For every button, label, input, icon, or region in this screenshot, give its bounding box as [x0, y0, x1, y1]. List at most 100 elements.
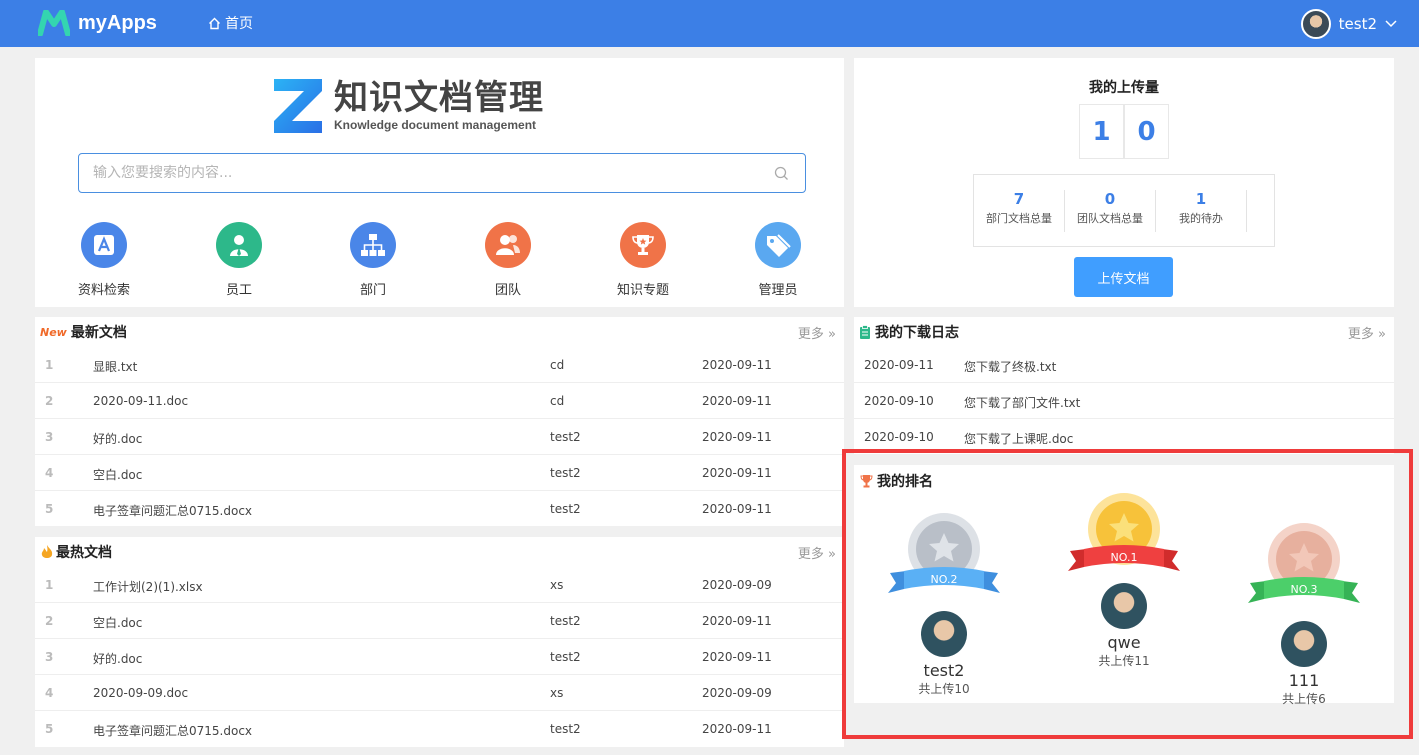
- doc-user: test2: [550, 466, 581, 480]
- top-bar: myApps 首页 test2: [0, 0, 1419, 47]
- upload-digit: 1: [1079, 104, 1124, 159]
- download-text: 您下载了终极.txt: [964, 360, 1057, 374]
- doc-name: 空白.doc: [93, 468, 143, 482]
- quick-link-label: 员工: [225, 283, 252, 298]
- row-index: 4: [45, 466, 54, 480]
- download-log-panel: 我的下载日志 更多 » 2020-09-11 您下载了终极.txt 2020-09…: [854, 317, 1394, 454]
- search-box: [78, 153, 806, 193]
- doc-name: 电子签章问题汇总0715.docx: [93, 504, 253, 518]
- upload-title: 我的上传量: [1089, 80, 1159, 96]
- row-index: 3: [45, 430, 54, 444]
- doc-user: test2: [550, 430, 581, 444]
- app-name: myApps: [78, 11, 157, 34]
- quick-link-staff[interactable]: 员工: [189, 222, 289, 298]
- table-row[interactable]: 2 空白.doc test2 2020-09-11: [35, 603, 844, 639]
- table-row[interactable]: 5 电子签章问题汇总0715.docx test2 2020-09-11: [35, 491, 844, 527]
- hottest-header: 最热文档 更多 »: [35, 537, 844, 567]
- quick-link-admin[interactable]: 管理员: [728, 222, 828, 298]
- doc-name: 2020-09-11.doc: [93, 394, 189, 408]
- row-index: 2: [45, 614, 54, 628]
- brand: 知识文档管理 Knowledge document management: [272, 77, 544, 135]
- hottest-more-link[interactable]: 更多 »: [798, 543, 836, 562]
- team-icon: [485, 222, 531, 268]
- stat-label: 团队文档总量: [1077, 212, 1143, 225]
- download-more-link[interactable]: 更多 »: [1348, 323, 1386, 342]
- quick-link-department[interactable]: 部门: [323, 222, 423, 298]
- stat-value: 1: [1195, 190, 1207, 208]
- brand-z-icon: [274, 79, 322, 133]
- table-row[interactable]: 4 2020-09-09.doc xs 2020-09-09: [35, 675, 844, 711]
- table-row[interactable]: 3 好的.doc test2 2020-09-11: [35, 419, 844, 455]
- doc-user: xs: [550, 578, 564, 592]
- hottest-title: 最热文档: [56, 545, 112, 561]
- table-row[interactable]: 1 显眼.txt cd 2020-09-11: [35, 347, 844, 383]
- row-index: 5: [45, 722, 54, 736]
- stat-value: 0: [1104, 190, 1116, 208]
- doc-date: 2020-09-11: [702, 722, 772, 736]
- quick-link-label: 资料检索: [77, 283, 130, 298]
- table-row[interactable]: 5 电子签章问题汇总0715.docx test2 2020-09-11: [35, 711, 844, 747]
- app-logo[interactable]: myApps: [38, 8, 157, 38]
- nav-home[interactable]: 首页: [208, 13, 253, 33]
- row-index: 2: [45, 394, 54, 408]
- download-header: 我的下载日志 更多 »: [854, 317, 1394, 347]
- table-row[interactable]: 4 空白.doc test2 2020-09-11: [35, 455, 844, 491]
- upload-count: 1 0: [1079, 104, 1169, 159]
- table-row[interactable]: 2 2020-09-11.doc cd 2020-09-11: [35, 383, 844, 419]
- newest-header: New 最新文档 更多 »: [35, 317, 844, 347]
- flame-icon: [41, 545, 53, 558]
- search-doc-icon: [81, 222, 127, 268]
- avatar: [1300, 9, 1331, 39]
- stat-todo[interactable]: 1 我的待办: [1156, 190, 1247, 232]
- upload-button[interactable]: 上传文档: [1074, 257, 1173, 297]
- quick-link-search[interactable]: 资料检索: [54, 222, 154, 298]
- quick-link-label: 团队: [494, 283, 521, 298]
- trophy-icon: [620, 222, 666, 268]
- doc-user: xs: [550, 686, 564, 700]
- row-index: 4: [45, 686, 54, 700]
- doc-date: 2020-09-11: [702, 614, 772, 628]
- doc-date: 2020-09-11: [702, 358, 772, 372]
- doc-name: 空白.doc: [93, 616, 143, 630]
- row-index: 5: [45, 502, 54, 516]
- newest-title: 最新文档: [70, 325, 127, 341]
- new-badge-icon: New: [40, 325, 67, 339]
- stat-team-docs[interactable]: 0 团队文档总量: [1065, 190, 1156, 232]
- table-row[interactable]: 3 好的.doc test2 2020-09-11: [35, 639, 844, 675]
- quick-link-label: 管理员: [758, 283, 798, 298]
- stat-label: 部门文档总量: [986, 212, 1052, 225]
- upload-digit: 0: [1124, 104, 1169, 159]
- person-icon: [216, 222, 262, 268]
- doc-name: 好的.doc: [93, 432, 143, 446]
- home-icon: [209, 17, 220, 29]
- doc-user: test2: [550, 502, 581, 516]
- doc-user: test2: [550, 722, 581, 736]
- quick-link-label: 部门: [359, 283, 386, 298]
- row-index: 3: [45, 650, 54, 664]
- doc-date: 2020-09-11: [702, 502, 772, 516]
- download-date: 2020-09-10: [864, 430, 934, 444]
- user-menu[interactable]: test2: [1300, 9, 1397, 39]
- row-index: 1: [45, 358, 54, 372]
- doc-user: cd: [550, 358, 565, 372]
- newest-more-link[interactable]: 更多 »: [798, 323, 836, 342]
- doc-date: 2020-09-11: [702, 466, 772, 480]
- search-icon[interactable]: [774, 166, 789, 181]
- clipboard-icon: [860, 325, 870, 339]
- list-item[interactable]: 2020-09-11 您下载了终极.txt: [854, 347, 1394, 383]
- stat-dept-docs[interactable]: 7 部门文档总量: [974, 190, 1065, 232]
- doc-user: cd: [550, 394, 565, 408]
- stats-box: 7 部门文档总量 0 团队文档总量 1 我的待办: [973, 174, 1275, 247]
- tag-icon: [755, 222, 801, 268]
- list-item[interactable]: 2020-09-10 您下载了部门文件.txt: [854, 383, 1394, 419]
- stat-label: 我的待办: [1179, 212, 1223, 225]
- search-panel: 知识文档管理 Knowledge document management 资料检…: [35, 58, 844, 307]
- table-row[interactable]: 1 工作计划(2)(1).xlsx xs 2020-09-09: [35, 567, 844, 603]
- brand-title: 知识文档管理: [334, 78, 544, 118]
- search-input[interactable]: [93, 154, 753, 192]
- quick-link-topic[interactable]: 知识专题: [593, 222, 693, 298]
- quick-link-team[interactable]: 团队: [458, 222, 558, 298]
- download-text: 您下载了部门文件.txt: [964, 396, 1081, 410]
- nav-home-label: 首页: [225, 16, 253, 32]
- more-label: 更多: [797, 547, 824, 562]
